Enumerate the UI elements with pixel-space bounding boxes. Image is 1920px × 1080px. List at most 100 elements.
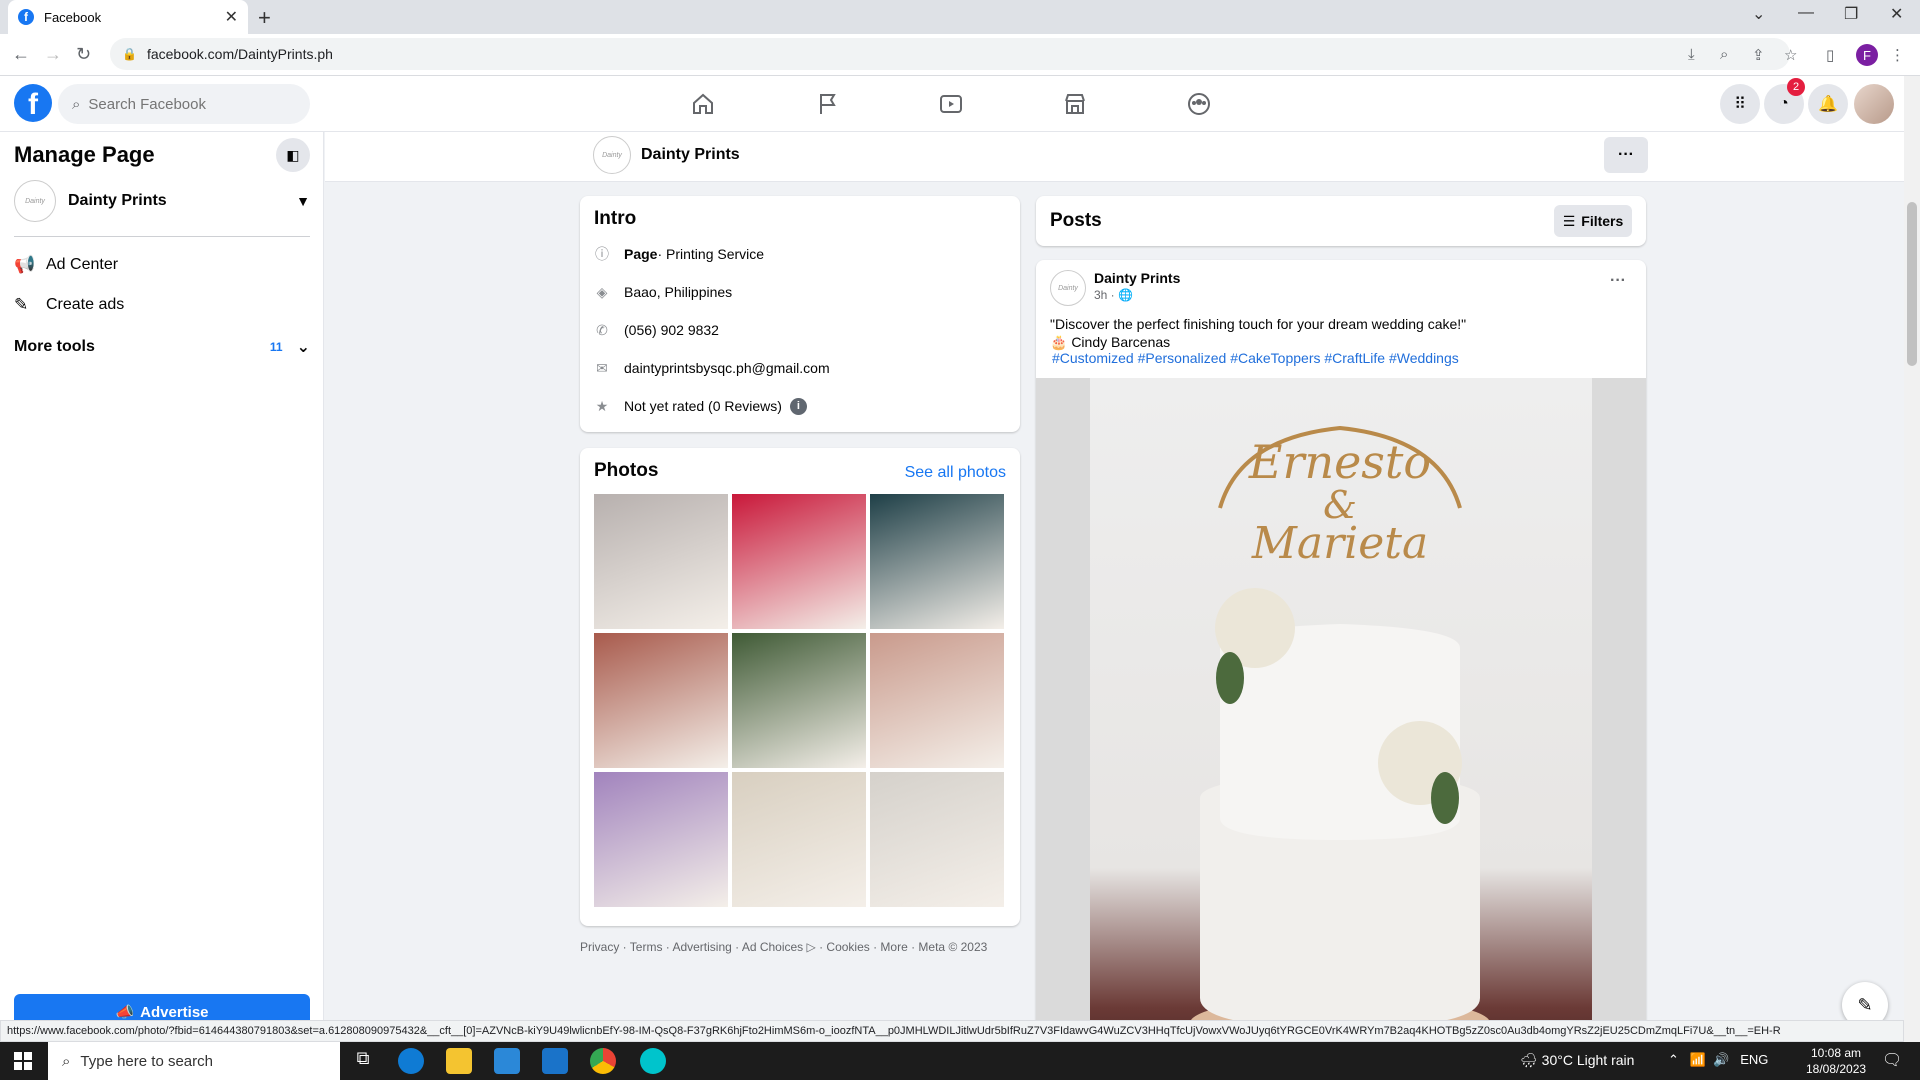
sidebar-item-create-ads[interactable]: ✎ Create ads <box>14 288 310 322</box>
star-icon: ★ <box>595 397 609 414</box>
page-logo-icon[interactable]: Dainty <box>593 136 631 174</box>
post-hashtags[interactable]: #Customized #Personalized #CakeToppers #… <box>1052 350 1459 366</box>
chevron-up-icon[interactable]: ⌃ <box>1668 1052 1679 1067</box>
post-text-line: 🎂 Cindy Barcenas <box>1050 334 1171 350</box>
groups-icon[interactable] <box>1183 88 1215 120</box>
scrollbar-thumb[interactable] <box>1907 202 1917 366</box>
file-explorer-icon[interactable] <box>446 1048 472 1074</box>
see-all-photos-link[interactable]: See all photos <box>905 464 1006 482</box>
address-url: facebook.com/DaintyPrints.ph <box>146 46 333 62</box>
intro-phone: ✆ (056) 902 9832 <box>594 318 719 342</box>
marketplace-icon[interactable] <box>1059 88 1091 120</box>
notification-center-icon[interactable]: 🗨 <box>1882 1050 1904 1072</box>
sidebar-item-more-tools[interactable]: More tools 11 ⌄ <box>14 330 310 364</box>
post-time-text: 3h · <box>1094 288 1119 302</box>
page-scrollbar[interactable] <box>1904 76 1920 1042</box>
home-icon[interactable] <box>687 88 719 120</box>
edit-icon: ✎ <box>14 295 29 314</box>
directions-icon: ◈ <box>596 283 608 300</box>
post-more-options-icon[interactable]: ··· <box>1610 272 1626 290</box>
globe-icon: 🌐 <box>1118 288 1133 302</box>
photo-thumbnail[interactable] <box>594 494 728 629</box>
photo-thumbnail[interactable] <box>732 772 866 907</box>
close-tab-icon[interactable]: ✕ <box>225 7 238 27</box>
category-name: · Printing Service <box>657 246 765 262</box>
browser-profile-avatar[interactable]: F <box>1856 44 1878 66</box>
task-view-icon[interactable]: ⧉ <box>350 1048 376 1074</box>
post-author-avatar[interactable]: Dainty <box>1050 270 1086 306</box>
photo-thumbnail[interactable] <box>870 633 1004 768</box>
address-bar[interactable]: 🔒 facebook.com/DaintyPrints.ph <box>110 38 1790 70</box>
chevron-down-icon: ⌄ <box>296 339 310 356</box>
photo-thumbnail[interactable] <box>594 772 728 907</box>
intro-title: Intro <box>594 208 637 229</box>
sidebar-item-label: Create ads <box>46 296 125 313</box>
bookmark-star-icon[interactable]: ☆ <box>1784 46 1797 64</box>
user-avatar[interactable] <box>1854 84 1894 124</box>
reload-icon[interactable]: ↻ <box>76 44 91 65</box>
more-tools-count: 11 <box>269 340 283 354</box>
photo-thumbnail[interactable] <box>732 494 866 629</box>
volume-icon[interactable]: 🔊 <box>1713 1052 1729 1067</box>
email-text[interactable]: daintyprintsbysqc.ph@gmail.com <box>624 360 830 376</box>
browser-tab[interactable]: f Facebook ✕ <box>8 0 248 34</box>
rating-info-icon[interactable]: i <box>789 397 807 415</box>
forward-icon[interactable]: → <box>44 44 62 65</box>
search-input[interactable] <box>88 95 289 113</box>
filters-label: Filters <box>1581 213 1624 229</box>
language-indicator[interactable]: ENG <box>1740 1052 1768 1067</box>
menu-grid-icon[interactable]: ⠿ <box>1720 84 1760 124</box>
page-switcher[interactable]: Dainty Dainty Prints ▼ <box>14 178 310 224</box>
windows-start-icon[interactable] <box>0 1042 46 1080</box>
post-author[interactable]: Dainty Prints <box>1094 270 1180 286</box>
canva-icon[interactable] <box>640 1048 666 1074</box>
restore-icon[interactable]: ❐ <box>1844 4 1858 24</box>
intro-category: ⓘ Page · Printing Service <box>594 242 764 266</box>
filters-button[interactable]: ☰ Filters <box>1554 205 1632 237</box>
sidebar-item-ad-center[interactable]: 📢 Ad Center <box>14 248 310 282</box>
collapse-sidebar-icon[interactable]: ◧ <box>276 138 310 172</box>
facebook-logo-icon[interactable]: f <box>14 84 52 122</box>
intro-card: Intro ⓘ Page · Printing Service ◈ Baao, … <box>580 196 1020 432</box>
side-panel-icon[interactable]: ▯ <box>1826 46 1834 64</box>
watch-video-icon[interactable] <box>935 88 967 120</box>
zoom-icon[interactable]: ⌕ <box>1720 46 1728 63</box>
photo-thumbnail[interactable] <box>870 772 1004 907</box>
post-image[interactable]: Ernesto & Marieta <box>1036 378 1646 1050</box>
system-tray[interactable]: ⌃ 📶 🔊 ENG <box>1668 1052 1768 1068</box>
page-name[interactable]: Dainty Prints <box>641 146 740 164</box>
posts-title: Posts <box>1050 210 1102 231</box>
edge-browser-icon[interactable] <box>398 1048 424 1074</box>
photo-thumbnail[interactable] <box>594 633 728 768</box>
minimize-icon[interactable]: — <box>1798 4 1814 22</box>
page-more-options-button[interactable]: ··· <box>1604 137 1648 173</box>
weather-widget[interactable]: 🌧 30°C Light rain <box>1520 1052 1634 1069</box>
facebook-search[interactable]: ⌕ <box>58 84 310 124</box>
tab-title: Facebook <box>44 9 102 25</box>
mail-icon[interactable] <box>542 1048 568 1074</box>
taskbar-clock[interactable]: 10:08 am 18/08/2023 <box>1806 1045 1866 1077</box>
windows-taskbar: ⌕ Type here to search ⧉ 🌧 30°C Light rai… <box>0 1042 1920 1080</box>
taskbar-search[interactable]: ⌕ Type here to search <box>48 1042 340 1080</box>
chrome-icon[interactable] <box>590 1048 616 1074</box>
network-icon[interactable]: 📶 <box>1690 1052 1706 1067</box>
microsoft-store-icon[interactable] <box>494 1048 520 1074</box>
photo-thumbnail[interactable] <box>732 633 866 768</box>
footer-links[interactable]: Privacy · Terms · Advertising · Ad Choic… <box>580 940 987 954</box>
caret-down-icon: ▼ <box>296 193 310 209</box>
phone-icon: ✆ <box>596 321 608 338</box>
new-tab-icon[interactable]: + <box>258 5 271 31</box>
post-timestamp[interactable]: 3h · 🌐 <box>1094 288 1133 302</box>
intro-rating: ★ Not yet rated (0 Reviews) i <box>594 394 807 418</box>
share-icon[interactable]: ⇪ <box>1752 46 1765 64</box>
notifications-bell-icon[interactable]: 🔔 <box>1808 84 1848 124</box>
browser-menu-icon[interactable]: ⋮ <box>1890 46 1905 64</box>
advertise-label: Advertise <box>140 1003 209 1021</box>
back-icon[interactable]: ← <box>12 44 30 65</box>
close-window-icon[interactable]: ✕ <box>1890 4 1903 24</box>
install-icon[interactable]: ⤓ <box>1688 46 1695 63</box>
intro-email[interactable]: ✉ daintyprintsbysqc.ph@gmail.com <box>594 356 830 380</box>
photo-thumbnail[interactable] <box>870 494 1004 629</box>
flag-icon[interactable] <box>812 88 844 120</box>
tab-search-icon[interactable]: ⌄ <box>1752 4 1765 24</box>
